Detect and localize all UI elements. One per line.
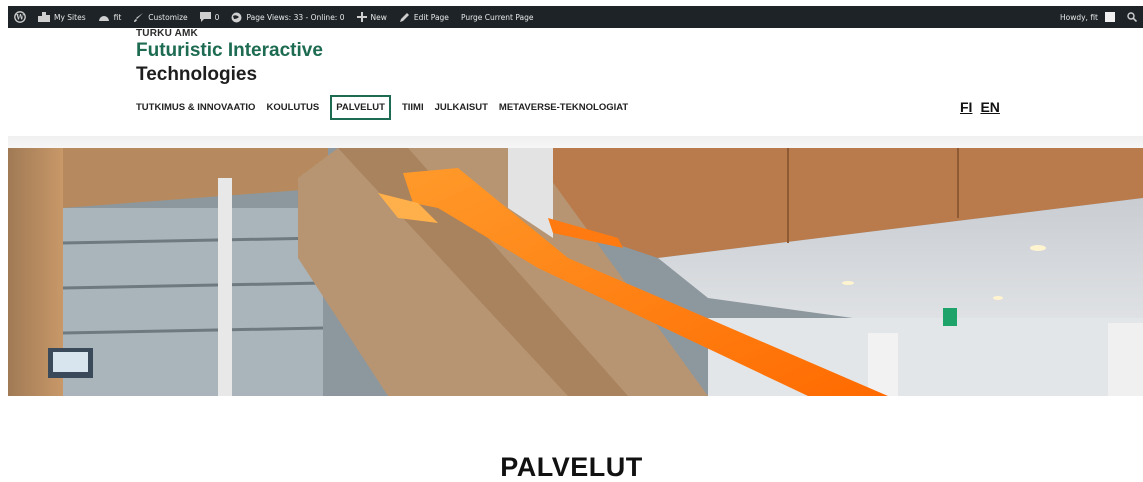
my-sites-menu[interactable]: My Sites — [32, 6, 92, 28]
nav-item-julkaisut[interactable]: JULKAISUT — [435, 96, 488, 119]
nav-item-koulutus[interactable]: KOULUTUS — [266, 96, 319, 119]
comments-count: 0 — [214, 12, 220, 22]
svg-text:W: W — [15, 13, 24, 22]
page-title: PALVELUT — [500, 452, 643, 482]
account-menu[interactable]: Howdy, fit — [1054, 6, 1121, 28]
customize-link[interactable]: Customize — [127, 6, 193, 28]
header-divider — [8, 136, 1143, 148]
new-content-menu[interactable]: New — [351, 6, 393, 28]
sites-icon — [38, 12, 50, 22]
pencil-icon — [399, 12, 410, 23]
stats-globe-icon — [231, 12, 242, 23]
howdy-label: Howdy, fit — [1060, 12, 1098, 22]
main-navigation: TUTKIMUS & INNOVAATIO KOULUTUS PALVELUT … — [136, 94, 639, 120]
nav-item-tiimi[interactable]: TIIMI — [402, 96, 424, 119]
purge-label: Purge Current Page — [460, 12, 534, 22]
page-views-label: Page Views: 33 - Online: 0 — [246, 12, 345, 22]
page-views-stat[interactable]: Page Views: 33 - Online: 0 — [225, 6, 350, 28]
nav-item-palvelut[interactable]: PALVELUT — [330, 94, 391, 120]
wp-logo-menu[interactable]: W — [8, 6, 32, 28]
customize-label: Customize — [148, 12, 188, 22]
edit-page-link[interactable]: Edit Page — [393, 6, 455, 28]
dashboard-icon — [98, 12, 110, 22]
site-title-line-1[interactable]: Futuristic Interactive — [136, 40, 323, 62]
edit-page-label: Edit Page — [413, 12, 449, 22]
nav-item-tutkimus[interactable]: TUTKIMUS & INNOVAATIO — [136, 96, 255, 119]
lang-fi-link[interactable]: FI — [960, 99, 972, 115]
purge-cache-link[interactable]: Purge Current Page — [455, 6, 540, 28]
language-switcher: FI EN — [960, 94, 1000, 120]
my-sites-label: My Sites — [54, 12, 86, 22]
nav-item-metaverse[interactable]: METAVERSE-TEKNOLOGIAT — [499, 96, 628, 119]
lang-en-link[interactable]: EN — [980, 99, 999, 115]
search-icon — [1127, 12, 1137, 22]
site-name-label: fit — [113, 12, 122, 22]
hero-image — [8, 148, 1143, 396]
site-header: TURKU AMK Futuristic Interactive Technol… — [8, 28, 1143, 136]
comments-link[interactable]: 0 — [194, 6, 226, 28]
org-name[interactable]: TURKU AMK — [136, 28, 198, 39]
site-title-line-2[interactable]: Technologies — [136, 64, 257, 86]
avatar — [1105, 12, 1115, 22]
admin-bar: W My Sites fit Customize 0 Page Views: 3… — [8, 6, 1143, 28]
new-label: New — [370, 12, 387, 22]
admin-search[interactable] — [1121, 6, 1143, 28]
brush-icon — [133, 12, 144, 23]
comment-icon — [199, 12, 211, 22]
plus-icon — [356, 12, 367, 22]
wordpress-logo-icon: W — [14, 11, 26, 23]
site-name-menu[interactable]: fit — [92, 6, 128, 28]
